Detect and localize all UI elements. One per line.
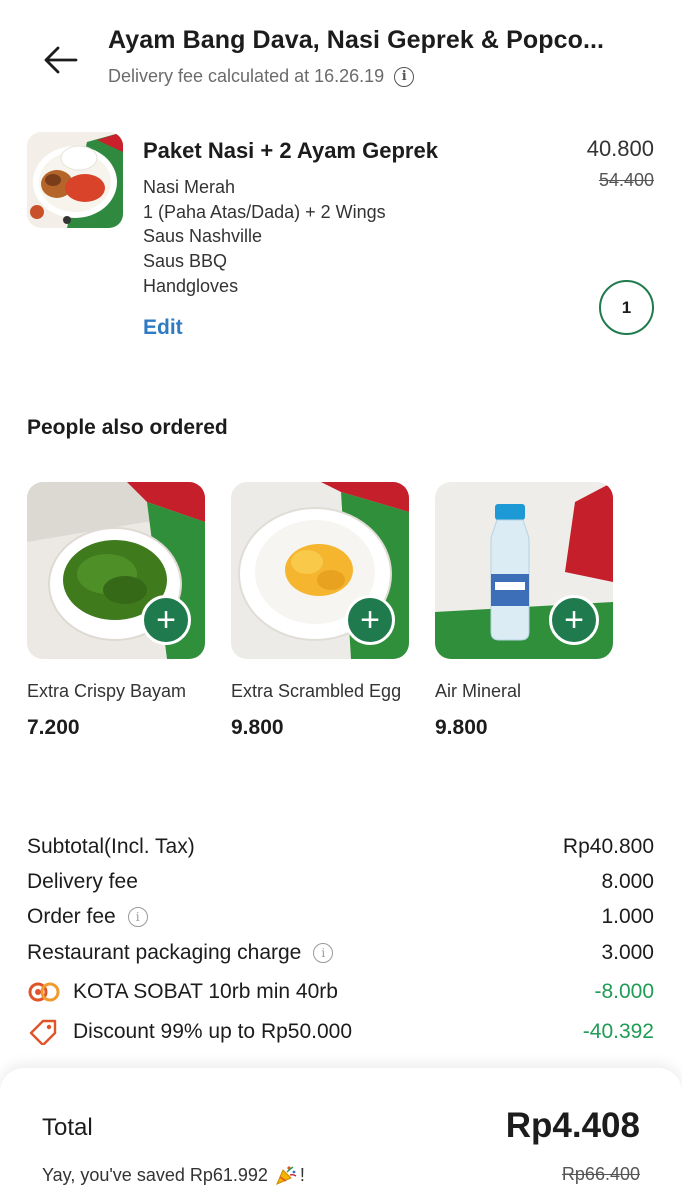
- recommendation-image: +: [435, 482, 613, 659]
- cart-item-option: Handgloves: [143, 275, 239, 296]
- original-total: Rp66.400: [561, 1164, 640, 1184]
- cart-item-option: Saus BBQ: [143, 251, 228, 272]
- recommendation-image: +: [231, 482, 409, 659]
- bill-discount-row: Discount 99% up to Rp50.000 -40.392: [27, 1017, 654, 1047]
- cart-item-name: Paket Nasi + 2 Ayam Geprek: [143, 138, 438, 163]
- cart-item-price: 40.800: [586, 136, 654, 161]
- bill-value: -8.000: [594, 980, 654, 1003]
- add-recommendation-button[interactable]: +: [141, 595, 191, 645]
- cart-item-original-price: 54.400: [598, 170, 654, 190]
- bill-order-fee-row: Order fee i 1.000: [27, 902, 654, 932]
- coupon-icon: [28, 982, 60, 1002]
- cart-item-image: [27, 132, 123, 228]
- savings-text: Yay, you've saved Rp61.992: [42, 1164, 268, 1185]
- bill-value: 1.000: [601, 905, 654, 928]
- recommendation-card[interactable]: + Extra Scrambled Egg 9.800: [231, 482, 409, 740]
- recommendation-price: 9.800: [231, 715, 284, 739]
- bill-label: KOTA SOBAT 10rb min 40rb: [73, 980, 338, 1003]
- bill-subtotal-row: Subtotal(Incl. Tax) Rp40.800: [27, 832, 654, 862]
- cart-item-option: 1 (Paha Atas/Dada) + 2 Wings: [143, 201, 386, 222]
- recommendation-name: Extra Crispy Bayam: [27, 681, 187, 701]
- bill-label-group: Restaurant packaging charge i: [27, 941, 334, 965]
- cart-item-options: Nasi Merah 1 (Paha Atas/Dada) + 2 Wings …: [143, 175, 386, 299]
- bill-value: 8.000: [601, 870, 654, 893]
- add-recommendation-button[interactable]: +: [345, 595, 395, 645]
- delivery-fee-note-text: Delivery fee calculated at 16.26.19: [108, 66, 385, 86]
- recommendations-title: People also ordered: [27, 416, 228, 439]
- total-footer: Total Rp4.408 Yay, you've saved Rp61.992…: [0, 1068, 682, 1200]
- quantity-button[interactable]: 1: [599, 280, 654, 335]
- savings-suffix: !: [299, 1164, 305, 1185]
- info-icon[interactable]: i: [127, 907, 148, 927]
- bill-label: Order fee: [27, 905, 116, 928]
- bill-value: -40.392: [582, 1020, 654, 1043]
- party-popper-icon: [275, 1166, 297, 1185]
- bill-label: Discount 99% up to Rp50.000: [73, 1020, 353, 1043]
- bill-label-group: KOTA SOBAT 10rb min 40rb: [27, 980, 338, 1004]
- add-recommendation-button[interactable]: +: [549, 595, 599, 645]
- recommendation-card[interactable]: + Air Mineral 9.800: [435, 482, 613, 740]
- recommendation-image: +: [27, 482, 205, 659]
- info-icon[interactable]: i: [313, 943, 334, 963]
- recommendation-name: Extra Scrambled Egg: [231, 681, 402, 701]
- recommendation-price: 9.800: [435, 715, 488, 739]
- bill-delivery-row: Delivery fee 8.000: [27, 867, 654, 897]
- delivery-fee-note: Delivery fee calculated at 16.26.19 i: [108, 66, 415, 87]
- bill-label: Subtotal(Incl. Tax): [27, 835, 195, 858]
- edit-item-link[interactable]: Edit: [143, 316, 183, 340]
- back-arrow-icon: [44, 46, 78, 74]
- savings-message: Yay, you've saved Rp61.992 !: [42, 1163, 305, 1187]
- cart-item-option: Saus Nashville: [143, 226, 263, 247]
- cart-item-option: Nasi Merah: [143, 177, 236, 197]
- recommendation-price: 7.200: [27, 715, 80, 739]
- bill-label-group: Discount 99% up to Rp50.000: [27, 1019, 352, 1045]
- discount-tag-icon: [29, 1019, 57, 1045]
- total-label: Total: [42, 1114, 93, 1141]
- bill-packaging-row: Restaurant packaging charge i 3.000: [27, 938, 654, 968]
- bill-value: 3.000: [601, 941, 654, 964]
- bill-label: Delivery fee: [27, 870, 138, 893]
- total-value: Rp4.408: [505, 1106, 640, 1145]
- bill-label-group: Order fee i: [27, 905, 148, 929]
- restaurant-title: Ayam Bang Dava, Nasi Geprek & Popco...: [108, 26, 605, 54]
- bill-label: Restaurant packaging charge: [27, 941, 302, 964]
- bill-value: Rp40.800: [562, 835, 654, 858]
- info-icon[interactable]: i: [394, 66, 415, 87]
- back-button[interactable]: [38, 38, 82, 82]
- bill-promo-row: KOTA SOBAT 10rb min 40rb -8.000: [27, 977, 654, 1007]
- recommendation-card[interactable]: + Extra Crispy Bayam 7.200: [27, 482, 205, 740]
- recommendation-name: Air Mineral: [435, 681, 522, 701]
- header: Ayam Bang Dava, Nasi Geprek & Popco... D…: [0, 0, 682, 110]
